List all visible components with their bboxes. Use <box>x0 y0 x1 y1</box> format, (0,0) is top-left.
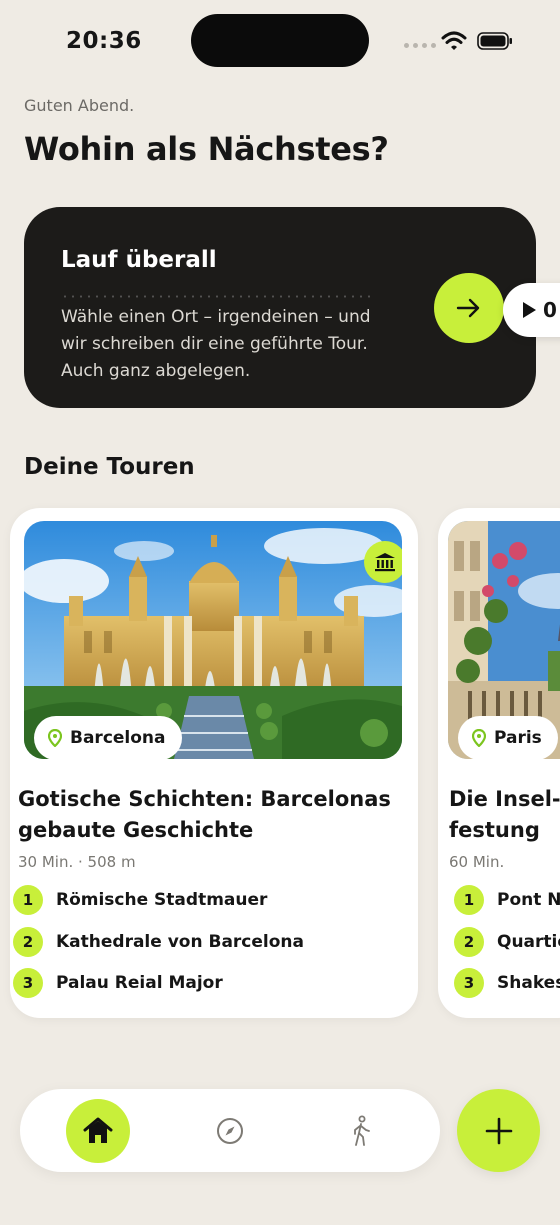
signal-icon <box>404 43 436 48</box>
museum-icon <box>364 541 402 583</box>
tour-photo-barcelona: Barcelona <box>24 521 402 759</box>
page-title: Wohin als Nächstes? <box>24 130 389 168</box>
play-icon <box>523 302 536 318</box>
tour-stop: 1 Römische Stadtmauer <box>13 885 267 915</box>
hero-divider <box>61 295 371 298</box>
tour-title: Die Insel-festung <box>449 787 560 842</box>
hero-description: Wähle einen Ort – irgendeinen – und wir … <box>61 307 371 381</box>
stop-label: Römische Stadtmauer <box>56 890 268 910</box>
stop-label: Shakes <box>497 973 560 993</box>
nav-home-button[interactable] <box>66 1099 130 1163</box>
location-pin-icon <box>48 729 62 747</box>
dynamic-island <box>191 14 369 67</box>
stop-label: Pont Ne <box>497 890 560 910</box>
tour-stop: 2 Kathedrale von Barcelona <box>13 927 304 957</box>
stop-label: Quartie <box>497 932 560 952</box>
start-tour-button[interactable] <box>434 273 504 343</box>
stop-number: 2 <box>454 927 484 957</box>
location-pin-icon <box>472 729 486 747</box>
compass-icon <box>217 1118 243 1144</box>
stop-number: 1 <box>454 885 484 915</box>
stop-number: 1 <box>13 885 43 915</box>
bottom-nav <box>20 1089 440 1172</box>
tour-title: Gotische Schichten: Barcelonas gebaute G… <box>18 787 391 842</box>
add-tour-button[interactable] <box>457 1089 540 1172</box>
nav-explore-button[interactable] <box>210 1111 250 1151</box>
section-title-tours: Deine Touren <box>24 454 195 480</box>
hero-title: Lauf überall <box>61 247 217 273</box>
tour-meta: 60 Min. <box>449 853 505 871</box>
status-time: 20:36 <box>66 28 142 54</box>
home-icon <box>83 1117 113 1143</box>
walking-icon <box>354 1115 370 1146</box>
stop-number: 3 <box>13 968 43 998</box>
battery-icon <box>477 32 512 50</box>
tour-stop: 1 Pont Ne <box>454 885 560 915</box>
location-tag: Paris <box>458 716 558 759</box>
wifi-icon <box>441 31 467 50</box>
tour-stop: 3 Shakes <box>454 968 560 998</box>
nav-walks-button[interactable] <box>341 1111 381 1151</box>
stop-number: 2 <box>13 927 43 957</box>
tour-meta: 30 Min. · 508 m <box>18 853 136 871</box>
location-label: Barcelona <box>70 728 166 748</box>
location-tag: Barcelona <box>34 716 182 759</box>
tour-photo-paris: Paris <box>448 521 560 759</box>
plus-icon <box>485 1117 512 1144</box>
player-label: 0 <box>543 298 557 322</box>
tour-stop: 2 Quartie <box>454 927 560 957</box>
stop-label: Palau Reial Major <box>56 973 223 993</box>
arrow-right-icon <box>456 298 480 318</box>
tour-card-barcelona[interactable]: Barcelona Gotische Schichten: Barcelonas… <box>10 508 418 1018</box>
tour-card-paris[interactable]: Paris Die Insel-festung 60 Min. 1 Pont N… <box>438 508 560 1018</box>
location-label: Paris <box>494 728 542 748</box>
greeting-text: Guten Abend. <box>24 96 135 115</box>
audio-player-pill[interactable]: 0 <box>503 283 560 337</box>
stop-number: 3 <box>454 968 484 998</box>
tour-stop: 3 Palau Reial Major <box>13 968 223 998</box>
stop-label: Kathedrale von Barcelona <box>56 932 304 952</box>
